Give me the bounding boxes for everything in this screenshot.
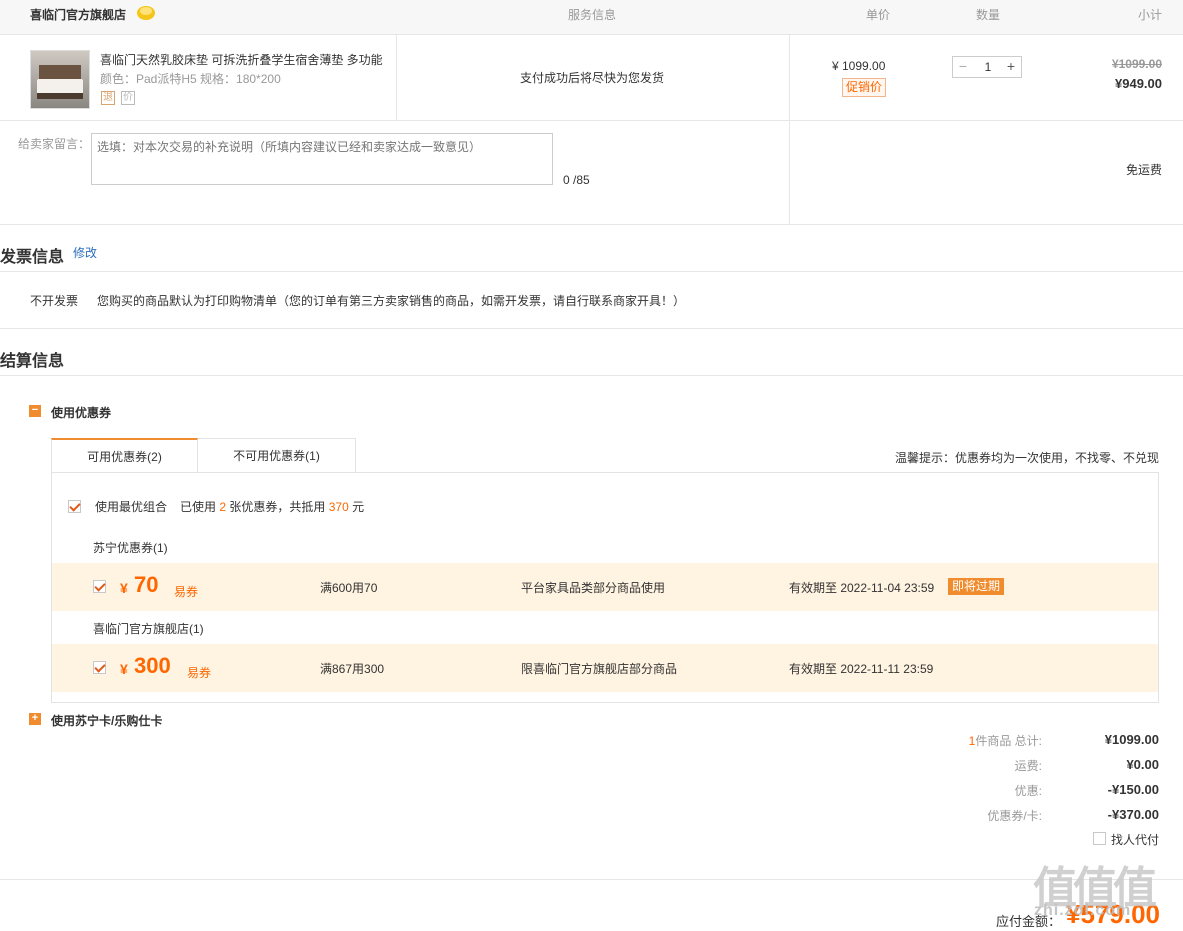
- divider: [396, 35, 397, 121]
- best-combo-summary: 已使用 2 张优惠券，共抵用 370 元: [180, 500, 365, 514]
- coupon-expiry: 有效期至 2022-11-04 23:59: [789, 581, 935, 595]
- service-icons: 退价: [101, 89, 141, 105]
- best-combo-label: 使用最优组合: [95, 500, 168, 514]
- coupon-expiry: 有效期至 2022-11-11 23:59: [789, 662, 934, 676]
- unit-price: ¥ 1099.00: [832, 59, 886, 73]
- store-badge-icon: [137, 6, 155, 20]
- tab-unavailable-coupons[interactable]: 不可用优惠券(1): [198, 438, 356, 473]
- collapse-icon[interactable]: −: [29, 405, 41, 417]
- service-text: 支付成功后将尽快为您发货: [520, 71, 665, 85]
- settlement-title: 结算信息: [0, 353, 65, 370]
- coupon-total-label: 优惠券/卡:: [987, 809, 1042, 823]
- return-icon: 退: [101, 91, 115, 105]
- message-label: 给卖家留言：: [18, 137, 91, 151]
- coupon-row[interactable]: ¥ 70 易券 满600用70 平台家具品类部分商品使用 有效期至 2022-1…: [52, 563, 1158, 611]
- coupon-kind: 易券: [174, 585, 199, 599]
- coupon-tip: 温馨提示：优惠券均为一次使用，不找零、不兑现: [894, 451, 1159, 465]
- coupon-currency: ¥: [120, 580, 128, 596]
- divider: [0, 879, 1183, 880]
- best-combo-checkbox[interactable]: [68, 500, 81, 513]
- coupon-tabs: 可用优惠券(2) 不可用优惠券(1) 温馨提示：优惠券均为一次使用，不找零、不兑…: [51, 438, 1159, 703]
- col-unit-price: 单价: [866, 8, 891, 22]
- store-name[interactable]: 喜临门官方旗舰店: [30, 6, 126, 23]
- product-thumbnail[interactable]: [30, 50, 90, 109]
- product-title[interactable]: 喜临门天然乳胶床垫 可拆洗折叠学生宿舍薄垫 多功能: [100, 51, 385, 68]
- coupon-amount: 70: [134, 572, 159, 597]
- coupon-section-label[interactable]: 使用优惠券: [51, 404, 111, 421]
- col-subtotal: 小计: [1138, 8, 1163, 22]
- subtotal-original: ¥1099.00: [1111, 57, 1162, 71]
- coupon-condition: 满867用300: [320, 662, 385, 676]
- seller-message-input[interactable]: [91, 133, 553, 185]
- quantity-minus-button[interactable]: −: [953, 57, 973, 77]
- quantity-input[interactable]: 1: [973, 57, 1003, 77]
- discount-value: -¥150.00: [1107, 782, 1159, 797]
- card-section-label[interactable]: 使用苏宁卡/乐购仕卡: [51, 712, 162, 729]
- watermark-sub: zhi.zol.com: [1034, 902, 1132, 919]
- total-label: 1件商品 总计:: [968, 734, 1042, 748]
- total-value: ¥1099.00: [1104, 732, 1159, 747]
- invoice-title: 发票信息: [0, 249, 65, 266]
- col-service: 服务信息: [568, 8, 617, 22]
- proxy-pay-label[interactable]: 找人代付: [1111, 831, 1159, 848]
- used-coupon-amount: 370: [328, 500, 349, 514]
- divider: [789, 121, 790, 225]
- promo-tag: 促销价: [842, 78, 887, 97]
- quantity-stepper: − 1 +: [952, 56, 1022, 78]
- divider: [789, 35, 790, 121]
- used-coupon-count: 2: [219, 500, 227, 514]
- proxy-pay-checkbox[interactable]: [1093, 832, 1106, 845]
- price-protect-icon: 价: [121, 91, 135, 105]
- divider: [0, 271, 1183, 272]
- discount-label: 优惠:: [1014, 784, 1042, 798]
- invoice-type: 不开发票: [30, 294, 79, 308]
- invoice-edit-link[interactable]: 修改: [73, 244, 97, 261]
- product-sku: 颜色：Pad派特H5 规格：180*200: [100, 72, 281, 86]
- divider: [0, 375, 1183, 376]
- message-char-count: 0 /85: [563, 173, 590, 187]
- coupon-amount: 300: [134, 653, 171, 678]
- coupon-group-label: 苏宁优惠券(1): [93, 541, 168, 555]
- coupon-kind: 易券: [187, 666, 212, 680]
- coupon-checkbox[interactable]: [93, 661, 106, 674]
- message-row: 给卖家留言： 0 /85 免运费: [0, 121, 1183, 225]
- coupon-currency: ¥: [120, 661, 128, 677]
- cart-header: 喜临门官方旗舰店 服务信息 单价 数量 小计: [0, 0, 1183, 35]
- coupon-total-value: -¥370.00: [1107, 807, 1159, 822]
- expiring-soon-badge: 即将过期: [948, 578, 1005, 595]
- coupon-checkbox[interactable]: [93, 580, 106, 593]
- shipping-value: ¥0.00: [1126, 757, 1159, 772]
- coupon-scope: 平台家具品类部分商品使用: [521, 581, 666, 595]
- invoice-desc: 您购买的商品默认为打印购物清单（您的订单有第三方卖家销售的商品，如需开发票，请自…: [97, 294, 686, 308]
- coupon-condition: 满600用70: [320, 581, 378, 595]
- coupon-panel: 使用最优组合 已使用 2 张优惠券，共抵用 370 元 苏宁优惠券(1) ¥ 7…: [51, 472, 1159, 703]
- shipping-label: 运费:: [1014, 759, 1042, 773]
- tab-available-coupons[interactable]: 可用优惠券(2): [51, 438, 198, 473]
- shipping-status: 免运费: [1125, 163, 1162, 177]
- divider: [0, 328, 1183, 329]
- coupon-row[interactable]: ¥ 300 易券 满867用300 限喜临门官方旗舰店部分商品 有效期至 202…: [52, 644, 1158, 692]
- col-quantity: 数量: [976, 8, 1001, 22]
- coupon-group-label: 喜临门官方旗舰店(1): [93, 622, 204, 636]
- expand-icon[interactable]: +: [29, 713, 41, 725]
- coupon-scope: 限喜临门官方旗舰店部分商品: [521, 662, 678, 676]
- product-row: 喜临门天然乳胶床垫 可拆洗折叠学生宿舍薄垫 多功能 颜色：Pad派特H5 规格：…: [0, 35, 1183, 121]
- subtotal-now: ¥949.00: [1115, 76, 1162, 91]
- quantity-plus-button[interactable]: +: [1001, 57, 1021, 77]
